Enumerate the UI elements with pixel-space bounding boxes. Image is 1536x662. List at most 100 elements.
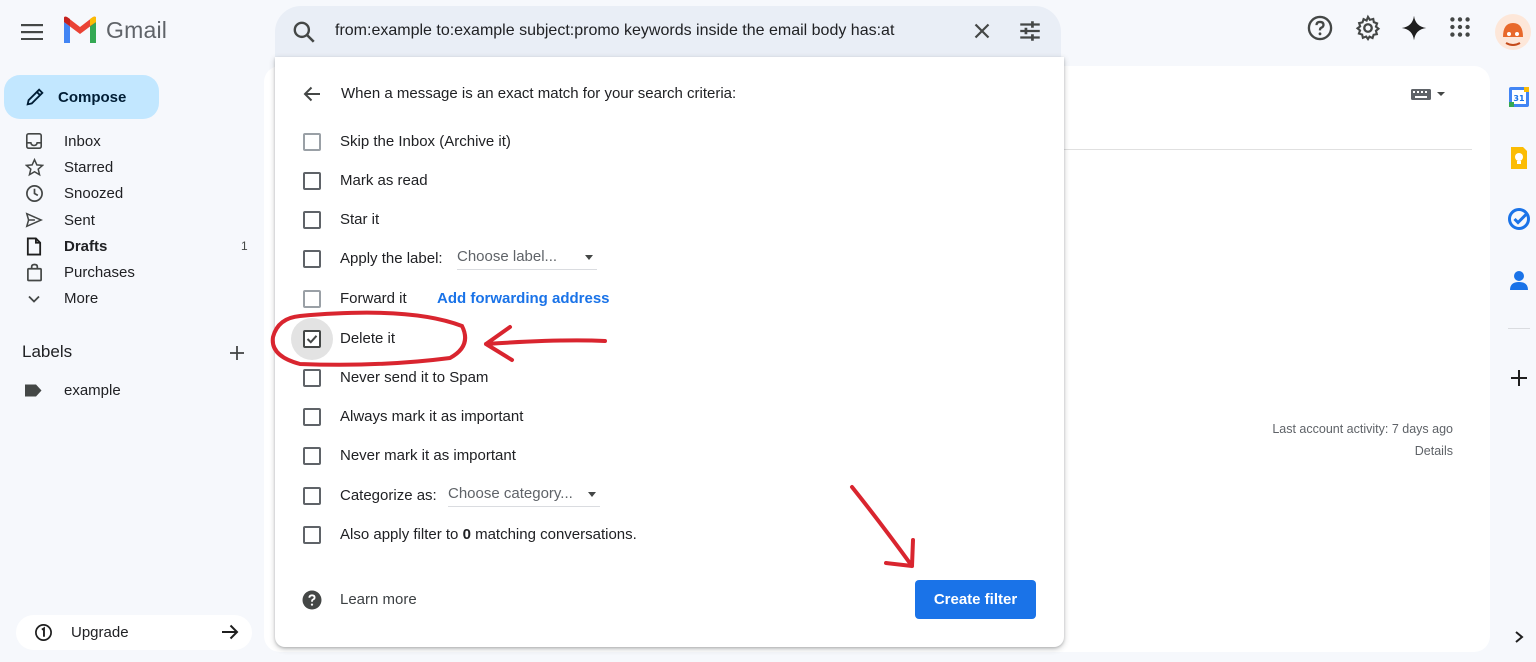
expand-panel-chevron-icon[interactable] <box>1507 625 1531 649</box>
option-skip-inbox: Skip the Inbox (Archive it) <box>275 130 1064 154</box>
learn-more-link[interactable]: Learn more <box>340 591 417 608</box>
clock-icon <box>24 184 44 204</box>
sidebar-item-label: Sent <box>64 211 95 229</box>
apply-label-label: Apply the label: <box>340 250 443 267</box>
create-filter-button[interactable]: Create filter <box>915 580 1036 619</box>
skip-inbox-label: Skip the Inbox (Archive it) <box>340 133 511 150</box>
also-apply-suffix: matching conversations. <box>470 526 637 543</box>
sidebar-item-sent[interactable]: Sent <box>0 207 260 233</box>
search-options-icon[interactable] <box>1017 18 1043 49</box>
star-it-label: Star it <box>340 211 380 228</box>
also-apply-checkbox[interactable] <box>303 526 321 544</box>
also-apply-label: Also apply filter to 0 matching conversa… <box>340 526 637 543</box>
account-avatar[interactable] <box>1494 13 1532 56</box>
upgrade-button[interactable]: Upgrade <box>16 615 252 650</box>
never-spam-checkbox[interactable] <box>303 369 321 387</box>
tasks-icon[interactable] <box>1507 207 1531 231</box>
drafts-count: 1 <box>241 239 248 254</box>
sidebar-label-text: example <box>64 382 121 399</box>
add-addon-icon[interactable] <box>1507 366 1531 390</box>
search-icon[interactable] <box>291 19 317 50</box>
mark-read-label: Mark as read <box>340 172 428 189</box>
always-important-label: Always mark it as important <box>340 408 524 425</box>
sidebar-item-label: Purchases <box>64 264 135 282</box>
add-label-icon[interactable] <box>226 342 248 369</box>
sidebar-item-label: More <box>64 290 99 308</box>
gmail-m-icon <box>64 16 96 43</box>
sidebar-item-drafts[interactable]: Drafts 1 <box>0 233 260 259</box>
choose-label-select[interactable]: Choose label... <box>457 248 597 270</box>
google-apps-icon[interactable] <box>1447 14 1473 45</box>
matching-count: 0 <box>462 526 471 543</box>
compose-button[interactable]: Compose <box>4 75 159 119</box>
gmail-logo[interactable]: Gmail <box>62 16 167 44</box>
option-never-important: Never mark it as important <box>275 444 1064 468</box>
clear-search-icon[interactable] <box>969 18 995 49</box>
hamburger-menu-icon <box>21 24 43 40</box>
dialog-heading: When a message is an exact match for you… <box>341 85 737 102</box>
arrow-right-icon <box>219 621 241 648</box>
dropdown-caret-icon <box>585 255 593 260</box>
option-never-spam: Never send it to Spam <box>275 366 1064 390</box>
contacts-icon[interactable] <box>1507 268 1531 292</box>
choose-category-select[interactable]: Choose category... <box>448 485 600 507</box>
never-spam-label: Never send it to Spam <box>340 369 489 386</box>
send-icon <box>24 210 44 230</box>
delete-it-checkbox[interactable] <box>303 330 321 348</box>
skip-inbox-checkbox[interactable] <box>303 133 321 151</box>
star-icon <box>24 157 44 177</box>
forward-it-checkbox[interactable] <box>303 290 321 308</box>
input-tools-icon[interactable] <box>1410 86 1448 107</box>
draft-icon <box>24 236 44 256</box>
sidebar-item-label: Inbox <box>64 132 101 150</box>
sidebar-item-inbox[interactable]: Inbox <box>0 128 260 154</box>
always-important-checkbox[interactable] <box>303 408 321 426</box>
last-activity-text: Last account activity: 7 days ago <box>1272 422 1453 436</box>
sidebar-nav: Inbox Starred Snoozed Sent Drafts 1 Purc… <box>0 128 260 312</box>
help-icon[interactable] <box>1306 14 1334 47</box>
help-circle-icon[interactable] <box>302 590 322 615</box>
star-it-checkbox[interactable] <box>303 211 321 229</box>
option-delete-it: Delete it <box>275 318 1064 360</box>
never-important-checkbox[interactable] <box>303 447 321 465</box>
choose-category-value: Choose category... <box>448 485 573 502</box>
categorize-label: Categorize as: <box>340 487 437 504</box>
account-activity: Last account activity: 7 days ago Detail… <box>1200 418 1453 462</box>
delete-it-label: Delete it <box>340 330 396 347</box>
sidebar-label-example[interactable]: example <box>0 380 260 402</box>
labels-heading: Labels <box>22 342 73 361</box>
sidebar-item-more[interactable]: More <box>0 286 260 312</box>
keep-icon[interactable] <box>1507 146 1531 170</box>
sidebar-item-purchases[interactable]: Purchases <box>0 259 260 285</box>
svg-text:31: 31 <box>1513 94 1525 103</box>
sidebar-item-label: Drafts <box>64 237 108 255</box>
inbox-icon <box>24 131 44 151</box>
gemini-sparkle-icon[interactable] <box>1400 14 1428 47</box>
main-menu-button[interactable] <box>12 12 52 52</box>
sidebar-item-label: Starred <box>64 158 114 176</box>
compose-label: Compose <box>58 88 127 106</box>
forward-it-label: Forward it <box>340 290 407 307</box>
apply-label-checkbox[interactable] <box>303 250 321 268</box>
checkmark-icon <box>306 335 318 344</box>
back-arrow-icon[interactable] <box>301 83 323 110</box>
details-link[interactable]: Details <box>1200 440 1453 462</box>
add-forwarding-address-link[interactable]: Add forwarding address <box>437 290 610 307</box>
search-bar[interactable]: from:example to:example subject:promo ke… <box>275 6 1061 58</box>
sidebar-item-starred[interactable]: Starred <box>0 154 260 180</box>
also-apply-prefix: Also apply filter to <box>340 526 463 543</box>
categorize-checkbox[interactable] <box>303 487 321 505</box>
option-mark-read: Mark as read <box>275 169 1064 193</box>
dropdown-caret-icon <box>588 492 596 497</box>
sidebar-item-snoozed[interactable]: Snoozed <box>0 181 260 207</box>
filter-actions-dialog: When a message is an exact match for you… <box>275 57 1064 647</box>
mark-read-checkbox[interactable] <box>303 172 321 190</box>
calendar-icon[interactable]: 31 <box>1507 85 1531 109</box>
rail-divider <box>1508 328 1530 329</box>
label-icon <box>24 383 43 403</box>
option-also-apply: Also apply filter to 0 matching conversa… <box>275 523 1064 547</box>
option-apply-label: Apply the label: Choose label... <box>275 247 1064 271</box>
settings-gear-icon[interactable] <box>1354 14 1382 47</box>
shopping-bag-icon <box>24 263 44 283</box>
search-input[interactable]: from:example to:example subject:promo ke… <box>335 22 975 40</box>
